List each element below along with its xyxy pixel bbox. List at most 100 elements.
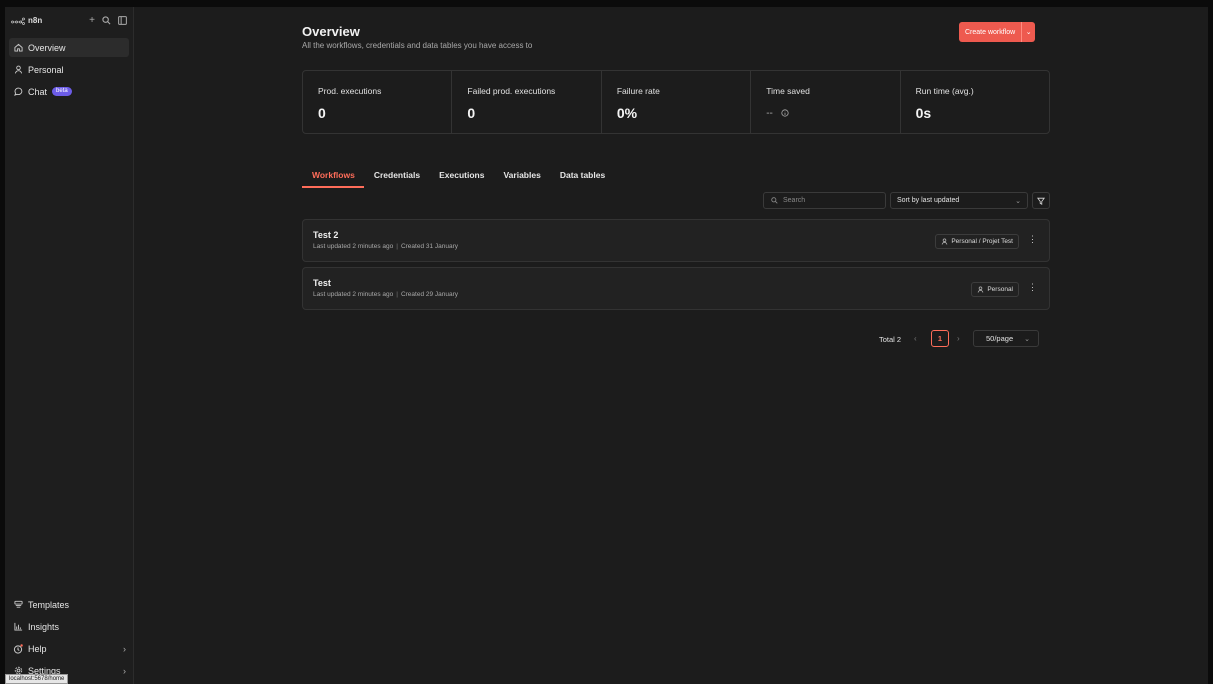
create-options-dropdown[interactable]: ⌄ [1021, 22, 1035, 42]
page-button[interactable]: 1 [931, 330, 949, 347]
sidebar-item-templates[interactable]: Templates [9, 595, 130, 614]
filter-icon [1037, 197, 1045, 205]
resource-tabs: Workflows Credentials Executions Variabl… [302, 167, 614, 188]
chat-icon [13, 87, 23, 96]
sidebar-item-help[interactable]: Help › [9, 639, 130, 658]
user-icon [13, 65, 23, 74]
sidebar-item-overview[interactable]: Overview [9, 38, 129, 57]
home-icon [13, 43, 23, 52]
create-workflow-button-group: Create workflow ⌄ [959, 22, 1036, 42]
stat-prod-executions[interactable]: Prod. executions 0 [303, 71, 453, 133]
stat-failure-rate[interactable]: Failure rate 0% [602, 71, 752, 133]
main-content: Overview All the workflows, credentials … [134, 7, 1208, 684]
stat-value: 0 [318, 105, 326, 121]
workflow-name[interactable]: Test 2 [313, 230, 338, 240]
page-subtitle: All the workflows, credentials and data … [302, 41, 533, 50]
sidebar-item-label: Personal [28, 64, 64, 75]
stat-value: 0s [915, 105, 932, 121]
tab-executions[interactable]: Executions [429, 167, 493, 188]
chevron-down-icon: ⌄ [1024, 335, 1030, 343]
insights-icon [13, 622, 23, 631]
search-placeholder: Search [783, 197, 806, 204]
stat-value: 0% [616, 105, 638, 121]
sidebar-item-label: Chat [28, 86, 48, 97]
sidebar-bottom: Templates Insights Help › Settings › [5, 595, 134, 684]
pagination-total: Total 2 [879, 335, 902, 344]
tab-credentials[interactable]: Credentials [364, 167, 429, 188]
stat-run-time[interactable]: Run time (avg.) 0s [901, 71, 1049, 133]
stat-value: 0 [467, 105, 476, 121]
stat-label: Run time (avg.) [915, 86, 974, 96]
workflow-updated: Last updated 2 minutes ago [313, 291, 394, 298]
sort-select[interactable]: Sort by last updated ⌄ [890, 192, 1028, 209]
workflow-updated: Last updated 2 minutes ago [313, 243, 394, 250]
chevron-right-icon[interactable]: › [957, 334, 960, 343]
sidebar-nav: Overview Personal Chat beta [5, 34, 133, 101]
page-header: Overview All the workflows, credentials … [302, 24, 532, 50]
sidebar-item-label: Templates [28, 599, 70, 610]
stat-label: Failure rate [616, 86, 660, 96]
stat-value: -- [766, 108, 773, 119]
stat-label: Time saved [766, 86, 810, 96]
sidebar-item-label: Insights [28, 621, 60, 632]
stat-label: Prod. executions [318, 86, 382, 96]
chevron-right-icon: › [123, 643, 126, 654]
app-name: n8n [28, 16, 43, 25]
tab-variables[interactable]: Variables [493, 167, 549, 188]
chevron-right-icon: › [123, 665, 126, 676]
more-options-icon[interactable]: ⋮ [1028, 234, 1037, 245]
app-frame: n8n + Overview Personal Chat beta Templa… [5, 7, 1208, 684]
collapse-sidebar-icon[interactable] [118, 15, 127, 26]
help-icon [13, 643, 23, 654]
project-badge[interactable]: Personal [971, 282, 1019, 297]
sidebar-item-insights[interactable]: Insights [9, 617, 130, 636]
templates-icon [13, 600, 23, 609]
sidebar-item-label: Help [28, 643, 47, 654]
page-title: Overview [302, 24, 360, 39]
beta-badge: beta [52, 87, 72, 96]
sidebar: n8n + Overview Personal Chat beta Templa… [5, 7, 134, 684]
status-url-tooltip: localhost:5678/home [5, 674, 69, 684]
search-icon [771, 197, 778, 204]
chevron-down-icon: ⌄ [1015, 197, 1021, 205]
page-size-select[interactable]: 50/page ⌄ [973, 330, 1039, 347]
page-size-value: 50/page [986, 334, 1014, 343]
sidebar-header: n8n + [5, 7, 133, 34]
workflow-created: Created 31 January [400, 243, 459, 250]
divider: | [396, 243, 398, 250]
stats-summary: Prod. executions 0 Failed prod. executio… [302, 70, 1050, 134]
more-options-icon[interactable]: ⋮ [1028, 282, 1037, 293]
workflow-meta: Last updated 2 minutes ago | Created 31 … [313, 243, 458, 250]
workflow-meta: Last updated 2 minutes ago | Created 29 … [313, 291, 458, 298]
project-badge[interactable]: Personal / Projet Test [935, 234, 1019, 249]
stat-failed-executions[interactable]: Failed prod. executions 0 [452, 71, 602, 133]
n8n-logo-icon [11, 17, 25, 25]
workflow-created: Created 29 January [400, 291, 459, 298]
search-input[interactable]: Search [763, 192, 886, 209]
info-icon[interactable] [781, 109, 789, 117]
chevron-down-icon: ⌄ [1025, 29, 1032, 36]
sidebar-item-chat[interactable]: Chat beta [9, 82, 129, 101]
workflow-card[interactable]: Test 2 Last updated 2 minutes ago | Crea… [302, 219, 1050, 262]
tab-data-tables[interactable]: Data tables [550, 167, 614, 188]
filter-button[interactable] [1032, 192, 1050, 209]
project-label: Personal / Projet Test [951, 238, 1013, 245]
app-window: n8n + Overview Personal Chat beta Templa… [0, 0, 1213, 684]
sort-value: Sort by last updated [897, 197, 960, 204]
divider: | [396, 291, 398, 298]
sidebar-item-personal[interactable]: Personal [9, 60, 129, 79]
workflow-name[interactable]: Test [313, 278, 331, 288]
stat-label: Failed prod. executions [467, 86, 556, 96]
plus-icon[interactable]: + [89, 15, 95, 26]
tab-workflows[interactable]: Workflows [302, 167, 364, 188]
stat-value-row: -- [766, 108, 899, 119]
search-icon[interactable] [102, 15, 111, 26]
n8n-logo[interactable]: n8n [11, 16, 42, 25]
workflow-card[interactable]: Test Last updated 2 minutes ago | Create… [302, 267, 1050, 310]
project-label: Personal [987, 286, 1013, 293]
sidebar-item-label: Overview [28, 42, 66, 53]
chevron-left-icon[interactable]: ‹ [914, 334, 917, 343]
user-icon [978, 286, 984, 293]
stat-time-saved[interactable]: Time saved -- [751, 71, 901, 133]
create-workflow-button[interactable]: Create workflow [959, 22, 1021, 42]
